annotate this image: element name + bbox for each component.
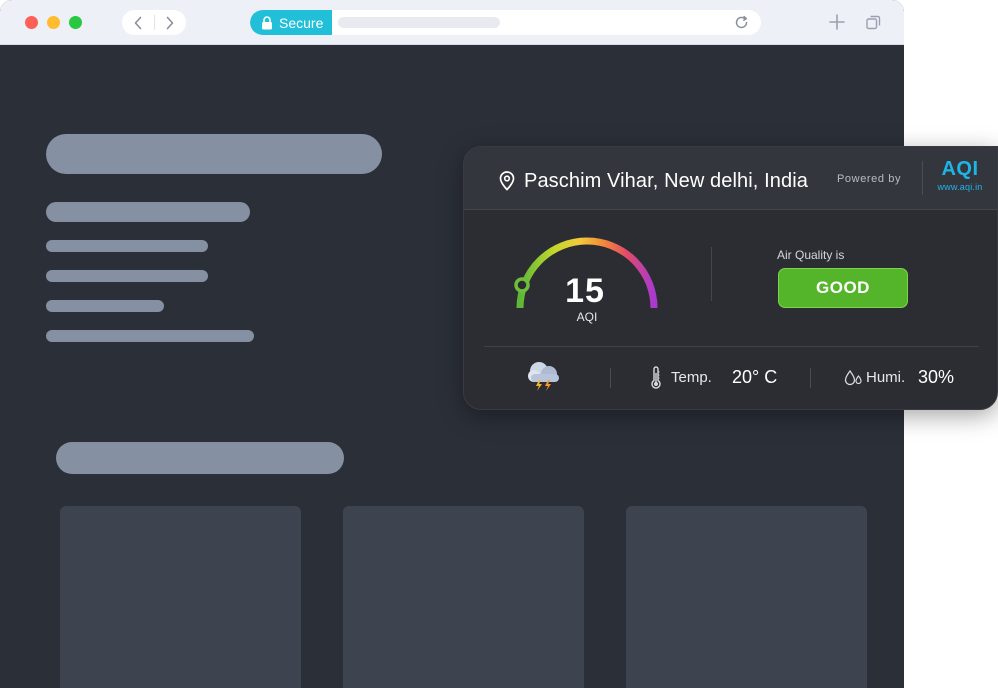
lock-icon: [262, 15, 272, 29]
skeleton-line: [46, 270, 208, 282]
secure-badge: Secure: [250, 10, 332, 35]
skeleton-subheading: [56, 442, 344, 474]
location-name: Paschim Vihar, New delhi, India: [524, 170, 808, 192]
humidity-drop-icon: [844, 369, 862, 386]
browser-toolbar: Secure: [0, 0, 904, 45]
thunderstorm-cloud-icon: [528, 362, 559, 391]
url-text-placeholder: [338, 17, 500, 28]
navigation-buttons: [122, 10, 186, 35]
skeleton-line: [46, 202, 250, 222]
forward-button[interactable]: [154, 10, 186, 35]
skeleton-line: [46, 300, 164, 312]
bottom-divider: [610, 368, 611, 388]
bottom-divider: [810, 368, 811, 388]
thermometer-icon: [651, 366, 661, 389]
secure-label: Secure: [279, 14, 324, 31]
chevron-left-icon: [134, 16, 142, 29]
brand-logo-text: AQI: [941, 158, 979, 180]
back-button[interactable]: [122, 10, 154, 35]
brand-url: www.aqi.in: [937, 182, 983, 192]
minimize-window-button[interactable]: [47, 16, 60, 29]
air-quality-status-badge[interactable]: GOOD: [778, 268, 908, 308]
chevron-right-icon: [166, 16, 174, 29]
humidity-value: 30%: [918, 367, 955, 387]
gauge-indicator: [514, 277, 530, 293]
powered-by-label: Powered by: [837, 173, 902, 185]
temperature-value: 20° C: [732, 367, 778, 387]
plus-icon[interactable]: [829, 14, 845, 30]
widget-header: Paschim Vihar, New delhi, India Powered …: [464, 147, 997, 210]
skeleton-line: [46, 330, 254, 342]
aqi-label: AQI: [576, 310, 598, 324]
air-quality-caption: Air Quality is: [777, 248, 845, 262]
skeleton-card: [626, 506, 867, 688]
humidity-label: Humi.: [866, 369, 906, 386]
stage: Secure Paschim Vihar, New delhi, India P…: [0, 0, 998, 688]
skeleton-heading: [46, 134, 382, 174]
skeleton-card: [343, 506, 584, 688]
skeleton-line: [46, 240, 208, 252]
reload-icon[interactable]: [734, 15, 749, 30]
header-divider: [922, 161, 923, 195]
location-pin-icon: [499, 171, 515, 191]
tabs-overview-icon[interactable]: [866, 15, 881, 30]
aqi-widget: Paschim Vihar, New delhi, India Powered …: [463, 146, 998, 410]
widget-divider: [484, 346, 979, 347]
aqi-value: 15: [565, 272, 605, 310]
address-bar[interactable]: Secure: [250, 10, 761, 35]
maximize-window-button[interactable]: [69, 16, 82, 29]
middle-divider: [711, 247, 712, 301]
temperature-label: Temp.: [671, 369, 712, 386]
close-window-button[interactable]: [25, 16, 38, 29]
aqi-brand-logo[interactable]: AQI www.aqi.in: [934, 159, 986, 192]
skeleton-card: [60, 506, 301, 688]
